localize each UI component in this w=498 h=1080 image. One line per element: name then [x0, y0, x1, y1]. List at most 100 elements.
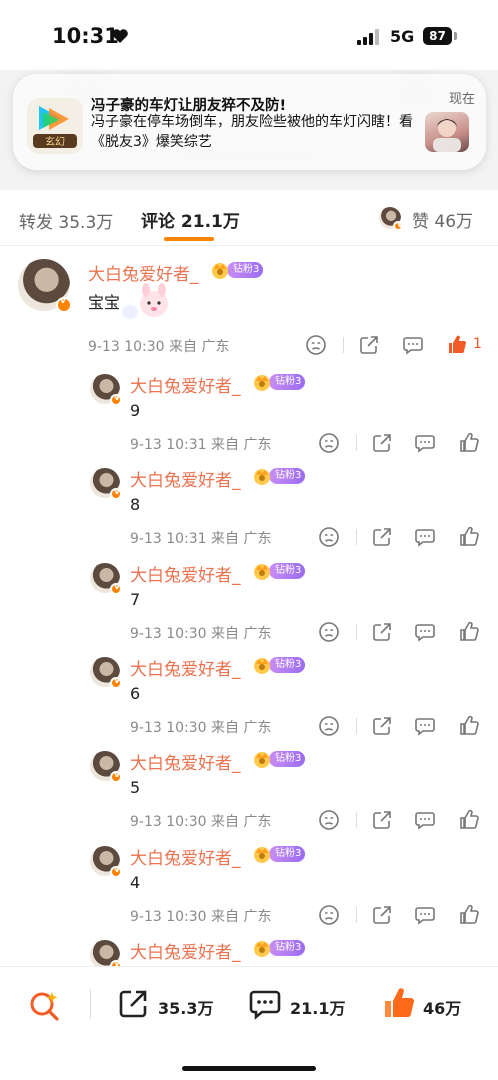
reply-meta: 9-13 10:30 来自 广东: [130, 720, 272, 736]
share-button[interactable]: [358, 334, 380, 356]
like-button[interactable]: [458, 431, 480, 453]
dislike-button[interactable]: [305, 334, 327, 356]
fan-level-badge: 钻粉3: [251, 844, 306, 864]
divider: [356, 435, 357, 451]
verified-badge-icon: [110, 487, 122, 500]
reply-button[interactable]: [402, 334, 424, 356]
reply-text: 7: [130, 590, 141, 609]
comment-icon[interactable]: [248, 987, 282, 1025]
dislike-button[interactable]: [318, 526, 340, 548]
share-button[interactable]: [371, 904, 393, 926]
dislike-button[interactable]: [318, 432, 340, 454]
divider: [356, 718, 357, 734]
share-button[interactable]: [371, 432, 393, 454]
search-icon[interactable]: [28, 989, 62, 1027]
verified-badge-icon: [110, 770, 122, 783]
like-button[interactable]: [458, 808, 480, 830]
avatar[interactable]: [90, 563, 122, 595]
like-count[interactable]: 46万: [423, 995, 461, 1019]
avatar[interactable]: [90, 657, 122, 689]
share-button[interactable]: [371, 715, 393, 737]
reply-username[interactable]: 大白兔爱好者_: [130, 938, 241, 963]
like-button[interactable]: [446, 333, 468, 355]
dislike-button[interactable]: [318, 809, 340, 831]
reply-meta: 9-13 10:30 来自 广东: [130, 814, 272, 830]
status-bar: 10:31 5G 87: [0, 0, 498, 70]
reply-meta: 9-13 10:31 来自 广东: [130, 531, 272, 547]
like-tab-avatar: [379, 207, 403, 231]
comment-text: 宝宝: [88, 293, 121, 312]
bunny-sticker-icon: [120, 282, 172, 322]
status-time: 10:31: [52, 24, 119, 48]
reply-username[interactable]: 大白兔爱好者_: [130, 372, 241, 397]
comment-tabs: 转发 35.3万 评论 21.1万 赞 46万: [0, 190, 498, 246]
reply-text: 8: [130, 495, 141, 514]
divider: [356, 529, 357, 545]
like-count: 1: [473, 336, 482, 352]
like-icon[interactable]: [381, 985, 417, 1025]
dislike-button[interactable]: [318, 621, 340, 643]
tab-like[interactable]: 赞 46万: [412, 207, 473, 232]
avatar[interactable]: [18, 259, 72, 313]
reply-text: 9: [130, 401, 141, 420]
verified-badge-icon: [110, 865, 122, 878]
like-button[interactable]: [458, 620, 480, 642]
like-button[interactable]: [458, 903, 480, 925]
heart-icon: [112, 29, 128, 43]
share-button[interactable]: [371, 526, 393, 548]
dislike-button[interactable]: [318, 904, 340, 926]
dislike-button[interactable]: [318, 715, 340, 737]
network-type: 5G: [390, 27, 415, 46]
comment-count[interactable]: 21.1万: [290, 995, 345, 1019]
fan-level-badge: 钻粉3: [209, 261, 264, 279]
avatar[interactable]: [90, 374, 122, 406]
home-indicator: [182, 1066, 316, 1071]
like-button[interactable]: [458, 714, 480, 736]
avatar[interactable]: [90, 751, 122, 783]
comment-meta: 9-13 10:30 来自 广东: [88, 339, 230, 355]
avatar[interactable]: [90, 468, 122, 500]
reply-text: 4: [130, 873, 141, 892]
share-button[interactable]: [371, 809, 393, 831]
svg-text:玄幻: 玄幻: [45, 135, 65, 148]
repost-count[interactable]: 35.3万: [158, 995, 213, 1019]
tab-comment[interactable]: 评论 21.1万: [141, 207, 240, 232]
repost-icon[interactable]: [116, 987, 150, 1025]
reply-meta: 9-13 10:30 来自 广东: [130, 909, 272, 925]
divider: [90, 989, 91, 1019]
like-button[interactable]: [458, 525, 480, 547]
share-button[interactable]: [371, 621, 393, 643]
reply-username[interactable]: 大白兔爱好者_: [130, 749, 241, 774]
battery-level: 87: [423, 27, 452, 45]
push-notification[interactable]: 玄幻 冯子豪的车灯让朋友猝不及防! 冯子豪在停车场倒车，朋友险些被他的车灯闪瞎！…: [13, 74, 486, 170]
divider: [343, 337, 344, 353]
divider: [356, 624, 357, 640]
reply-button[interactable]: [414, 432, 436, 454]
fan-level-badge: 钻粉3: [251, 467, 306, 485]
reply-button[interactable]: [414, 621, 436, 643]
tencent-video-icon: 玄幻: [27, 98, 83, 154]
reply-username[interactable]: 大白兔爱好者_: [130, 561, 241, 586]
reply-meta: 9-13 10:31 来自 广东: [130, 437, 272, 453]
reply-button[interactable]: [414, 904, 436, 926]
verified-badge-icon: [393, 220, 403, 231]
reply-button[interactable]: [414, 526, 436, 548]
reply-username[interactable]: 大白兔爱好者_: [130, 655, 241, 680]
reply-username[interactable]: 大白兔爱好者_: [130, 844, 241, 869]
tab-repost[interactable]: 转发 35.3万: [19, 208, 113, 233]
reply-text: 6: [130, 684, 141, 703]
verified-badge-icon: [110, 676, 122, 689]
fan-level-badge: 钻粉3: [251, 750, 306, 768]
verified-badge-icon: [110, 582, 122, 595]
fan-level-badge: 钻粉3: [251, 561, 306, 581]
reply-button[interactable]: [414, 809, 436, 831]
fan-level-badge: 钻粉3: [251, 372, 306, 392]
crown-icon: [251, 844, 273, 864]
crown-icon: [251, 372, 273, 392]
reply-button[interactable]: [414, 715, 436, 737]
crown-icon: [251, 561, 273, 581]
reply-username[interactable]: 大白兔爱好者_: [130, 466, 241, 491]
avatar[interactable]: [90, 846, 122, 878]
verified-badge-icon: [56, 296, 72, 313]
reply-text: 5: [130, 778, 141, 797]
